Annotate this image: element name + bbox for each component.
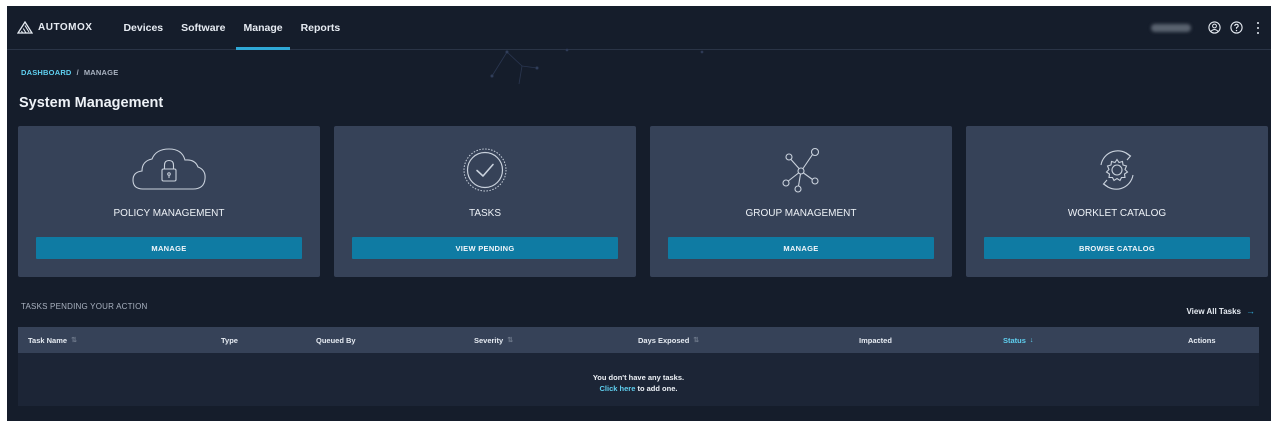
add-task-link[interactable]: Click here	[600, 384, 636, 393]
card-title: POLICY MANAGEMENT	[113, 208, 225, 219]
arrow-right-icon: →	[1246, 306, 1255, 316]
table-header: Task Name ⇅ Type Queued By Severity ⇅ Days…	[18, 327, 1259, 353]
background-decoration	[490, 48, 704, 85]
empty-message: You don't have any tasks.	[592, 373, 685, 382]
manage-policies-button[interactable]: MANAGE	[36, 237, 302, 259]
card-group-management: GROUP MANAGEMENT MANAGE	[650, 126, 952, 277]
card-title: GROUP MANAGEMENT	[745, 208, 857, 219]
user-circle-icon[interactable]	[1207, 21, 1221, 35]
cloud-lock-icon	[132, 148, 206, 190]
card-policy-management: POLICY MANAGEMENT MANAGE	[18, 126, 320, 277]
nav-right-controls	[1151, 21, 1263, 35]
view-all-tasks-label: View All Tasks	[1186, 306, 1241, 316]
empty-suffix: to add one.	[635, 384, 678, 393]
column-status[interactable]: Status ↓	[1003, 327, 1033, 353]
gear-cycle-icon	[1100, 150, 1134, 190]
column-impacted[interactable]: Impacted	[859, 327, 892, 353]
column-actions[interactable]: Actions	[1188, 327, 1216, 353]
check-circle-icon	[463, 148, 507, 192]
tasks-table: Task Name ⇅ Type Queued By Severity ⇅ Days…	[18, 327, 1259, 406]
account-name-redacted[interactable]	[1151, 23, 1191, 32]
more-vertical-icon[interactable]	[1253, 21, 1263, 35]
nav-item-software[interactable]: Software	[172, 6, 234, 49]
sort-icon: ⇅	[71, 337, 77, 344]
breadcrumb-separator: /	[76, 68, 79, 77]
brand-logo[interactable]: AUTOMOX	[17, 21, 92, 34]
column-queued-by[interactable]: Queued By	[316, 327, 356, 353]
help-icon[interactable]	[1229, 21, 1243, 35]
view-all-tasks-link[interactable]: View All Tasks →	[1186, 306, 1255, 316]
column-task-name[interactable]: Task Name ⇅	[28, 327, 77, 353]
nav-item-reports[interactable]: Reports	[292, 6, 350, 49]
sort-descending-icon: ↓	[1029, 336, 1034, 344]
view-pending-button[interactable]: VIEW PENDING	[352, 237, 618, 259]
breadcrumb-dashboard-link[interactable]: DASHBOARD	[21, 68, 72, 77]
brand-name: AUTOMOX	[38, 22, 93, 33]
sort-icon: ⇅	[507, 337, 514, 344]
card-title: WORKLET CATALOG	[1067, 208, 1167, 219]
breadcrumb-current: MANAGE	[83, 68, 119, 77]
column-type[interactable]: Type	[221, 327, 238, 353]
card-worklet-catalog: WORKLET CATALOG BROWSE CATALOG	[966, 126, 1268, 277]
card-tasks: TASKS VIEW PENDING	[334, 126, 636, 277]
column-days-exposed[interactable]: Days Exposed ⇅	[638, 327, 699, 353]
sort-icon: ⇅	[693, 337, 700, 344]
page-title: System Management	[19, 95, 164, 111]
browse-catalog-button[interactable]: BROWSE CATALOG	[984, 237, 1250, 259]
card-title: TASKS	[468, 208, 502, 219]
network-nodes-icon	[782, 147, 820, 193]
top-navigation: AUTOMOX Devices Software Manage Reports	[7, 6, 1271, 50]
tasks-section-title: TASKS PENDING YOUR ACTION	[21, 302, 148, 311]
empty-state: You don't have any tasks. Click here to …	[18, 372, 1259, 394]
column-severity[interactable]: Severity ⇅	[474, 327, 513, 353]
breadcrumb: DASHBOARD / MANAGE	[21, 68, 118, 77]
main-nav: Devices Software Manage Reports	[114, 6, 350, 50]
automox-logo-icon	[17, 21, 33, 34]
manage-groups-button[interactable]: MANAGE	[668, 237, 934, 259]
nav-item-manage[interactable]: Manage	[234, 6, 291, 50]
nav-item-devices[interactable]: Devices	[114, 6, 172, 49]
app-window: AUTOMOX Devices Software Manage Reports	[7, 6, 1271, 421]
